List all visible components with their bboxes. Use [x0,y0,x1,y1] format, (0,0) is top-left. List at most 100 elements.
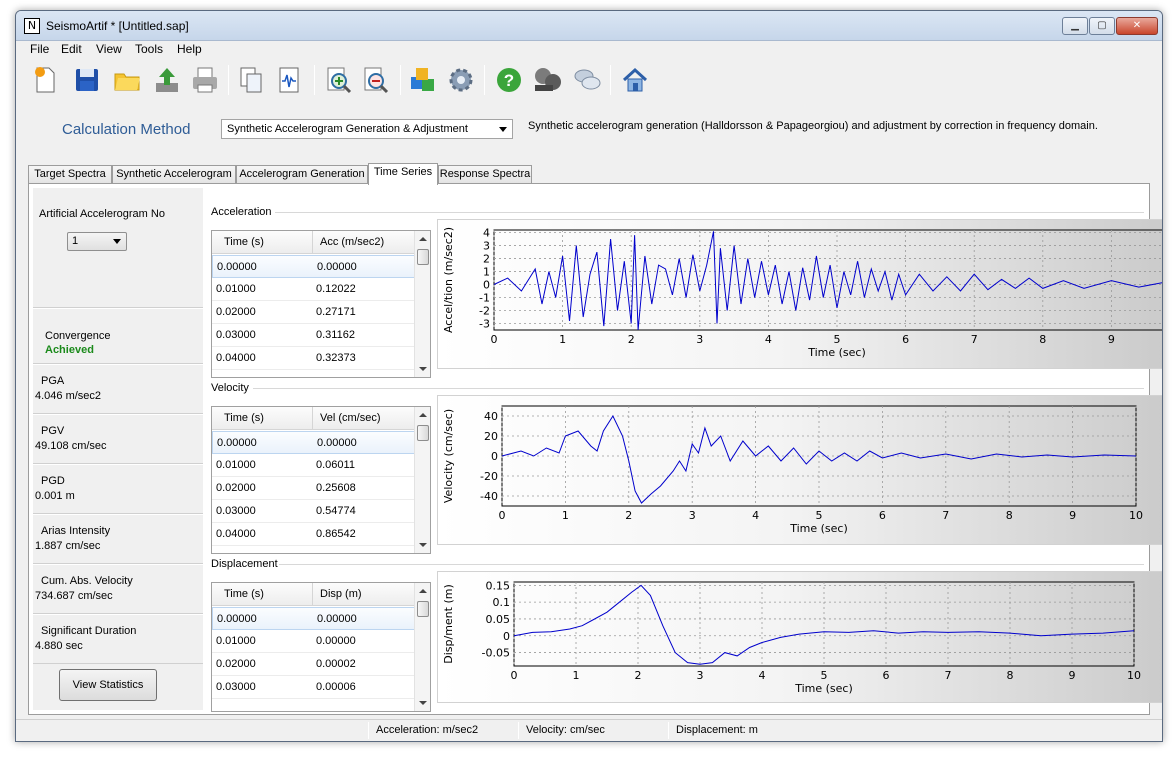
open-folder-icon[interactable] [110,63,144,97]
y-tick-label: 0 [483,279,490,292]
cell-value: 0.12022 [316,283,356,295]
settings-gear-icon[interactable] [444,63,478,97]
main-window: N SeismoArtif * [Untitled.sap] ▁ ▢ ✕ Fil… [15,10,1163,742]
cell-time: 0.04000 [216,352,256,364]
cell-time: 0.00000 [217,437,257,449]
table-row[interactable]: 0.02000 0.27171 [212,301,415,324]
x-tick-label: 3 [697,669,704,682]
tab-target-spectra[interactable]: Target Spectra [28,165,112,184]
video-tutorial-icon[interactable] [530,63,564,97]
menu-edit[interactable]: Edit [61,42,82,56]
table-row[interactable]: 0.04000 0.86542 [212,523,415,546]
tab-accelerogram-generation[interactable]: Accelerogram Generation [236,165,368,184]
cell-time: 0.01000 [216,635,256,647]
significant-duration-box: Significant Duration 4.880 sec [33,614,203,664]
y-tick-label: -0.05 [482,647,510,660]
x-axis-label: Time (sec) [789,522,848,535]
vertical-scrollbar[interactable] [414,407,430,553]
tab-time-series[interactable]: Time Series [368,163,438,185]
x-tick-label: 8 [1039,333,1046,346]
column-header-time[interactable]: Time (s) [224,236,264,248]
help-icon[interactable]: ? [492,63,526,97]
tab-synthetic-accelerogram[interactable]: Synthetic Accelerogram [112,165,236,184]
zoom-in-icon[interactable] [322,63,356,97]
y-tick-label: 2 [483,253,490,266]
table-row[interactable]: 0.00000 0.00000 [212,431,415,454]
acceleration-table[interactable]: Time (s) Acc (m/sec2) 0.00000 0.00000 0.0… [211,230,431,378]
title-bar[interactable]: N SeismoArtif * [Untitled.sap] ▁ ▢ ✕ [16,11,1162,41]
table-row[interactable]: 0.03000 0.54774 [212,500,415,523]
x-tick-label: 6 [883,669,890,682]
maximize-button[interactable]: ▢ [1089,17,1115,35]
menu-help[interactable]: Help [177,42,202,56]
table-row[interactable]: 0.00000 0.00000 [212,255,415,278]
accelerogram-selector-box: Artificial Accelerogram No 1 [33,188,203,308]
calculate-icon[interactable] [406,63,440,97]
x-tick-label: 0 [499,509,506,522]
y-tick-label: 0 [491,450,498,463]
column-header-vel[interactable]: Vel (cm/sec) [320,412,381,424]
x-tick-label: 5 [834,333,841,346]
menu-tools[interactable]: Tools [135,42,163,56]
chat-icon[interactable] [570,63,604,97]
x-axis-label: Time (sec) [807,346,866,359]
x-tick-label: 7 [942,509,949,522]
view-statistics-button[interactable]: View Statistics [59,669,157,701]
table-row[interactable]: 0.04000 0.32373 [212,347,415,370]
table-row[interactable]: 0.03000 0.00006 [212,676,415,699]
table-row[interactable]: 0.01000 0.00000 [212,630,415,653]
cell-value: 0.54774 [316,505,356,517]
cell-time: 0.01000 [216,459,256,471]
pgd-box: PGD 0.001 m [33,464,203,514]
x-tick-label: 2 [625,509,632,522]
x-tick-label: 7 [945,669,952,682]
velocity-table[interactable]: Time (s) Vel (cm/sec) 0.00000 0.00000 0.0… [211,406,431,554]
save-icon[interactable] [70,63,104,97]
home-icon[interactable] [618,63,652,97]
section-divider [275,212,1144,213]
table-row[interactable]: 0.02000 0.25608 [212,477,415,500]
cell-value: 0.32373 [316,352,356,364]
table-row[interactable]: 0.02000 0.00002 [212,653,415,676]
displacement-table[interactable]: Time (s) Disp (m) 0.00000 0.00000 0.01000… [211,582,431,712]
tab-response-spectra[interactable]: Response Spectra [438,165,532,184]
menu-view[interactable]: View [96,42,122,56]
column-header-time[interactable]: Time (s) [224,412,264,424]
x-tick-label: 5 [816,509,823,522]
cell-value: 0.86542 [316,528,356,540]
export-icon[interactable] [150,63,184,97]
significant-duration-label: Significant Duration [41,625,137,637]
minimize-button[interactable]: ▁ [1062,17,1088,35]
x-tick-label: 9 [1108,333,1115,346]
cav-label: Cum. Abs. Velocity [41,575,133,587]
column-header-disp[interactable]: Disp (m) [320,588,362,600]
new-file-icon[interactable] [28,63,62,97]
table-row[interactable]: 0.03000 0.31162 [212,324,415,347]
velocity-chart: 0 1 2 3 4 5 6 7 8 9 10 40 20 0 -20 -40 Time (sec) Velocit… [437,395,1162,545]
x-tick-label: 1 [562,509,569,522]
table-row[interactable]: 0.01000 0.12022 [212,278,415,301]
column-header-acc[interactable]: Acc (m/sec2) [320,236,384,248]
y-tick-label: 0 [503,630,510,643]
vertical-scrollbar[interactable] [414,231,430,377]
close-button[interactable]: ✕ [1116,17,1158,35]
copy-icon[interactable] [234,63,268,97]
y-tick-label: -3 [479,318,490,331]
report-icon[interactable] [272,63,306,97]
zoom-out-icon[interactable] [359,63,393,97]
series-line [501,414,1137,504]
vertical-scrollbar[interactable] [414,583,430,711]
velocity-section: Velocity Time (s) Vel (cm/sec) 0.00000 0.… [209,382,1162,558]
table-row[interactable]: 0.00000 0.00000 [212,607,415,630]
table-row[interactable]: 0.01000 0.06011 [212,454,415,477]
column-header-time[interactable]: Time (s) [224,588,264,600]
print-icon[interactable] [188,63,222,97]
menu-file[interactable]: File [30,42,49,56]
acceleration-chart-svg: 01234567891043210-1-2-3Time (sec)Accel/t… [442,227,1162,359]
accelerogram-no-dropdown[interactable]: 1 [67,232,127,251]
x-tick-label: 3 [696,333,703,346]
velocity-title: Velocity [211,382,249,394]
convergence-value: Achieved [45,344,94,356]
calculation-method-dropdown[interactable]: Synthetic Accelerogram Generation & Adju… [221,119,513,139]
app-icon: N [24,18,40,34]
